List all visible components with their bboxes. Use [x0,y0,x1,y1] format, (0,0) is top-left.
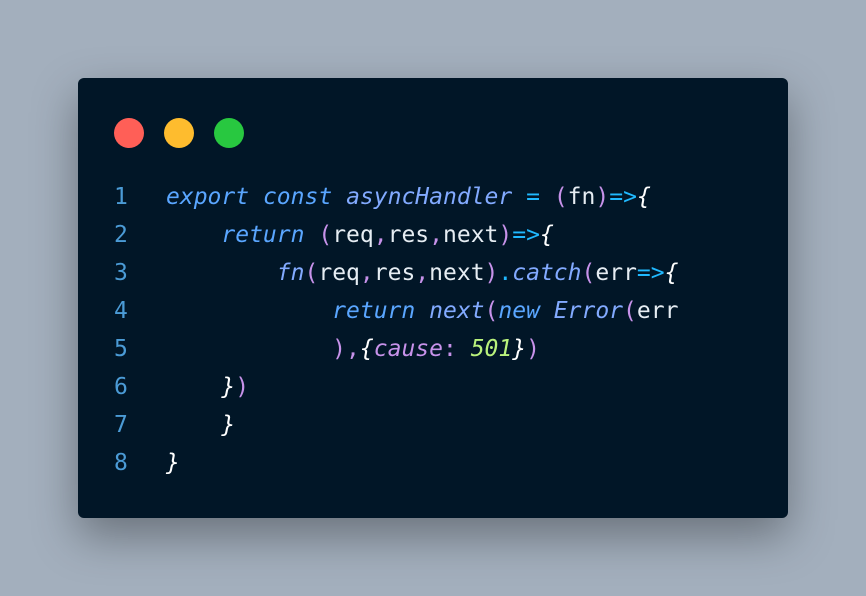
code-line: 8} [114,444,754,482]
code-token: err [636,298,679,324]
code-token: fn [567,184,596,210]
code-token: err [595,260,637,286]
code-token: ( [623,298,637,324]
code-token: 501 [470,336,513,362]
code-text: return next(new Error(err [166,292,678,330]
code-text: fn(req,res,next).catch(err=>{ [166,254,679,292]
code-token: cause [373,336,443,362]
code-token: => [636,260,665,286]
code-token: , [415,260,430,286]
code-token: } [221,374,236,400]
code-token: export [166,184,250,210]
line-number: 1 [114,184,128,210]
code-token: ) [484,260,499,286]
code-token: => [512,222,540,248]
code-line: 1 export const asyncHandler = (fn)=>{ [114,178,754,216]
code-text: }) [166,368,249,406]
line-number: 3 [114,260,128,286]
code-window: 1 export const asyncHandler = (fn)=>{2 re… [78,78,788,518]
code-token: } [512,336,527,362]
code-token: ( [304,260,319,286]
code-token: asyncHandler [346,184,513,210]
code-token: req [318,260,360,286]
code-token: new [498,298,540,324]
code-token: } [166,450,180,476]
code-line: 4 return next(new Error(err [114,292,754,330]
code-token: ) [595,184,610,210]
line-number: 6 [114,374,128,400]
code-token: ( [553,184,568,210]
code-token: ) [526,336,540,362]
code-token: . [498,260,513,286]
code-token: ) [332,336,347,362]
line-number: 7 [114,412,128,438]
code-token: next [443,222,499,248]
code-token: , [359,260,374,286]
code-token: fn [276,260,305,286]
code-text: export const asyncHandler = (fn)=>{ [166,178,651,216]
close-dot[interactable] [114,118,144,148]
line-number: 4 [114,298,128,324]
code-line: 7 } [114,406,754,444]
code-token: const [262,184,333,210]
code-token: Error [553,298,624,324]
code-token: res [387,222,430,248]
code-token: ( [318,222,333,248]
code-token: : [443,336,471,362]
code-token: { [539,222,554,248]
code-token: res [373,260,416,286]
code-text: return (req,res,next)=>{ [166,216,554,254]
code-token: = [526,184,540,210]
code-line: 3 fn(req,res,next).catch(err=>{ [114,254,754,292]
code-token: , [429,222,444,248]
code-token: req [332,222,374,248]
code-token: return [221,222,305,248]
line-number: 5 [114,336,128,362]
code-text: ),{cause: 501}) [166,330,540,368]
code-line: 5 ),{cause: 501}) [114,330,754,368]
code-token: ) [498,222,513,248]
code-token: , [346,336,360,362]
code-line: 2 return (req,res,next)=>{ [114,216,754,254]
maximize-dot[interactable] [214,118,244,148]
code-token: return [332,298,416,324]
code-token: next [429,260,485,286]
code-token: ( [484,298,499,324]
code-token: catch [512,260,582,286]
code-text: } [166,406,235,444]
code-line: 6 }) [114,368,754,406]
code-token: ( [581,260,596,286]
code-token: { [636,184,651,210]
code-text: } [166,444,180,482]
line-number: 2 [114,222,128,248]
code-token: } [221,412,236,438]
code-token: next [429,298,485,324]
code-token: { [359,336,374,362]
code-token: { [664,260,679,286]
code-token: => [609,184,637,210]
code-block: 1 export const asyncHandler = (fn)=>{2 re… [114,178,754,482]
code-token: , [373,222,388,248]
minimize-dot[interactable] [164,118,194,148]
code-token: ) [235,374,250,400]
line-number: 8 [114,450,128,476]
